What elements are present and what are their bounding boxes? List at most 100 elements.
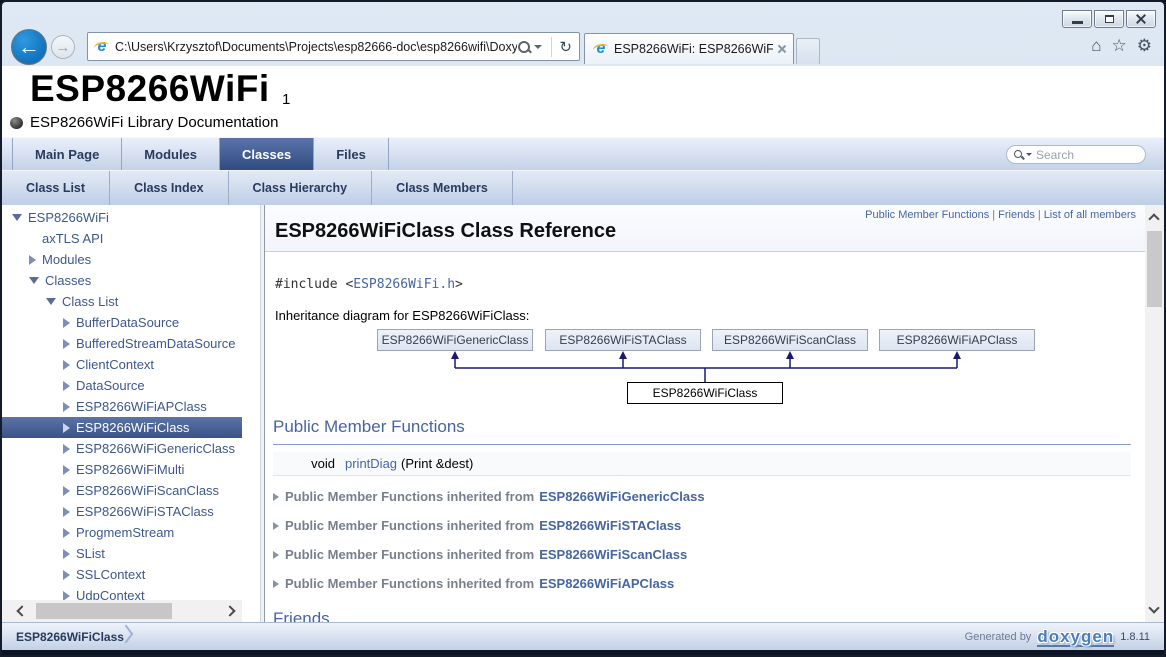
inherited-class-link[interactable]: ESP8266WiFiAPClass	[539, 576, 674, 591]
back-button[interactable]: ←	[11, 29, 47, 65]
inherited-section-staclass[interactable]: Public Member Functions inherited fromES…	[273, 517, 681, 534]
tree-item-label[interactable]: ESP8266WiFiClass	[76, 420, 189, 435]
refresh-button[interactable]: ↻	[556, 38, 575, 56]
diagram-node-scanclass[interactable]: ESP8266WiFiScanClass	[712, 329, 868, 351]
doxygen-logo[interactable]: doxygen	[1037, 628, 1114, 647]
chevron-right-icon[interactable]	[63, 339, 70, 349]
chevron-right-icon[interactable]	[63, 507, 70, 517]
tree-item-label[interactable]: DataSource	[76, 378, 145, 393]
tab-modules[interactable]: Modules	[122, 138, 220, 171]
search-icon[interactable]	[517, 40, 531, 54]
tree-item-label[interactable]: ClientContext	[76, 357, 154, 372]
tree-item-sslcontext[interactable]: SSLContext	[2, 564, 242, 585]
favorites-star-icon[interactable]: ☆	[1112, 36, 1127, 56]
tree-item-esp8266wificlass-selected[interactable]: ESP8266WiFiClass	[2, 417, 242, 438]
chevron-right-icon[interactable]	[63, 444, 70, 454]
browser-tab[interactable]: e ESP8266WiFi: ESP8266WiFi...	[584, 33, 794, 64]
tree-item-label[interactable]: BufferDataSource	[76, 315, 179, 330]
tree-item-progmemstream[interactable]: ProgmemStream	[2, 522, 242, 543]
tree-item-modules[interactable]: Modules	[2, 249, 242, 270]
chevron-right-icon[interactable]	[63, 465, 70, 475]
tree-item-label[interactable]: Class List	[62, 294, 118, 309]
tree-item-label[interactable]: ESP8266WiFiMulti	[76, 462, 184, 477]
title-bar[interactable]	[2, 2, 1164, 27]
tab-files[interactable]: Files	[314, 138, 389, 171]
chevron-down-icon[interactable]	[46, 298, 56, 305]
tree-item-esp8266wifistaclass[interactable]: ESP8266WiFiSTAClass	[2, 501, 242, 522]
tree-item-label[interactable]: SList	[76, 546, 105, 561]
inherited-section-genericclass[interactable]: Public Member Functions inherited fromES…	[273, 488, 705, 505]
link-public-member-functions[interactable]: Public Member Functions	[865, 209, 989, 221]
tree-item-esp8266wifimulti[interactable]: ESP8266WiFiMulti	[2, 459, 242, 480]
restore-button[interactable]	[1094, 10, 1124, 28]
diagram-node-staclass[interactable]: ESP8266WiFiSTAClass	[545, 329, 701, 351]
tab-class-index[interactable]: Class Index	[110, 171, 228, 206]
link-friends[interactable]: Friends	[998, 209, 1035, 221]
chevron-right-icon[interactable]	[63, 402, 70, 412]
scroll-down-icon[interactable]	[1148, 602, 1159, 613]
tree-item-esp8266wifiapclass[interactable]: ESP8266WiFiAPClass	[2, 396, 242, 417]
tree-item-bufferdatasource[interactable]: BufferDataSource	[2, 312, 242, 333]
tree-item-slist[interactable]: SList	[2, 543, 242, 564]
chevron-right-icon[interactable]	[273, 551, 279, 559]
chevron-right-icon[interactable]	[63, 318, 70, 328]
url-input[interactable]	[115, 40, 517, 54]
chevron-right-icon[interactable]	[63, 423, 70, 433]
tree-item-label[interactable]: ESP8266WiFiScanClass	[76, 483, 219, 498]
tree-item-label[interactable]: ESP8266WiFiSTAClass	[76, 504, 214, 519]
new-tab-button[interactable]	[796, 38, 820, 64]
chevron-right-icon[interactable]	[63, 486, 70, 496]
address-bar[interactable]: e ↻	[87, 32, 580, 61]
tab-class-list[interactable]: Class List	[2, 171, 110, 206]
sidebar-horizontal-scrollbar[interactable]	[2, 600, 242, 622]
breadcrumb[interactable]: ESP8266WiFiClass	[16, 623, 124, 651]
inherited-class-link[interactable]: ESP8266WiFiGenericClass	[539, 489, 704, 504]
minimize-button[interactable]	[1062, 10, 1092, 28]
chevron-down-icon[interactable]	[29, 277, 39, 284]
diagram-node-apclass[interactable]: ESP8266WiFiAPClass	[879, 329, 1035, 351]
include-file-link[interactable]: ESP8266WiFi.h	[353, 277, 455, 292]
forward-button[interactable]: →	[51, 35, 75, 59]
tree-item-esp8266wifigenericclass[interactable]: ESP8266WiFiGenericClass	[2, 438, 242, 459]
scrollbar-thumb[interactable]	[36, 603, 172, 619]
search-input[interactable]	[1036, 148, 1139, 162]
tab-classes[interactable]: Classes	[220, 138, 314, 171]
tree-item-label[interactable]: SSLContext	[76, 567, 145, 582]
tree-item-classes[interactable]: Classes	[2, 270, 242, 291]
chevron-right-icon[interactable]	[63, 549, 70, 559]
chevron-right-icon[interactable]	[63, 570, 70, 580]
home-icon[interactable]: ⌂	[1091, 36, 1101, 56]
chevron-down-icon[interactable]	[12, 214, 22, 221]
chevron-down-icon[interactable]	[1026, 153, 1032, 156]
inherited-section-scanclass[interactable]: Public Member Functions inherited fromES…	[273, 546, 687, 563]
chevron-right-icon[interactable]	[273, 493, 279, 501]
scroll-left-icon[interactable]	[16, 605, 27, 616]
tree-item-label[interactable]: Classes	[45, 273, 91, 288]
doxygen-search-box[interactable]	[1006, 145, 1146, 164]
tab-close-icon[interactable]	[777, 44, 787, 54]
chevron-right-icon[interactable]	[63, 528, 70, 538]
link-list-of-all-members[interactable]: List of all members	[1044, 209, 1136, 221]
tree-item-class-list[interactable]: Class List	[2, 291, 242, 312]
tab-class-members[interactable]: Class Members	[372, 171, 513, 206]
tree-item-label[interactable]: BufferedStreamDataSource	[76, 336, 235, 351]
tree-item-label[interactable]: ESP8266WiFiGenericClass	[76, 441, 235, 456]
tree-item-bufferedstreamdatasource[interactable]: BufferedStreamDataSource	[2, 333, 242, 354]
tree-item-label[interactable]: axTLS API	[42, 231, 103, 246]
scroll-right-icon[interactable]	[224, 605, 235, 616]
tree-item-label[interactable]: Modules	[42, 252, 91, 267]
tab-title[interactable]: ESP8266WiFi: ESP8266WiFi...	[614, 42, 773, 56]
chevron-down-icon[interactable]	[534, 45, 542, 49]
tab-main-page[interactable]: Main Page	[12, 138, 122, 171]
chevron-right-icon[interactable]	[63, 591, 70, 601]
chevron-right-icon[interactable]	[273, 580, 279, 588]
scroll-up-icon[interactable]	[1148, 213, 1159, 224]
chevron-right-icon[interactable]	[273, 522, 279, 530]
diagram-node-genericclass[interactable]: ESP8266WiFiGenericClass	[377, 329, 533, 351]
settings-gear-icon[interactable]: ⚙	[1137, 36, 1152, 56]
member-name-link[interactable]: printDiag	[345, 456, 397, 471]
scrollbar-thumb[interactable]	[1147, 231, 1162, 307]
inherited-section-apclass[interactable]: Public Member Functions inherited fromES…	[273, 575, 674, 592]
tab-class-hierarchy[interactable]: Class Hierarchy	[229, 171, 373, 206]
content-vertical-scrollbar[interactable]	[1145, 205, 1164, 622]
